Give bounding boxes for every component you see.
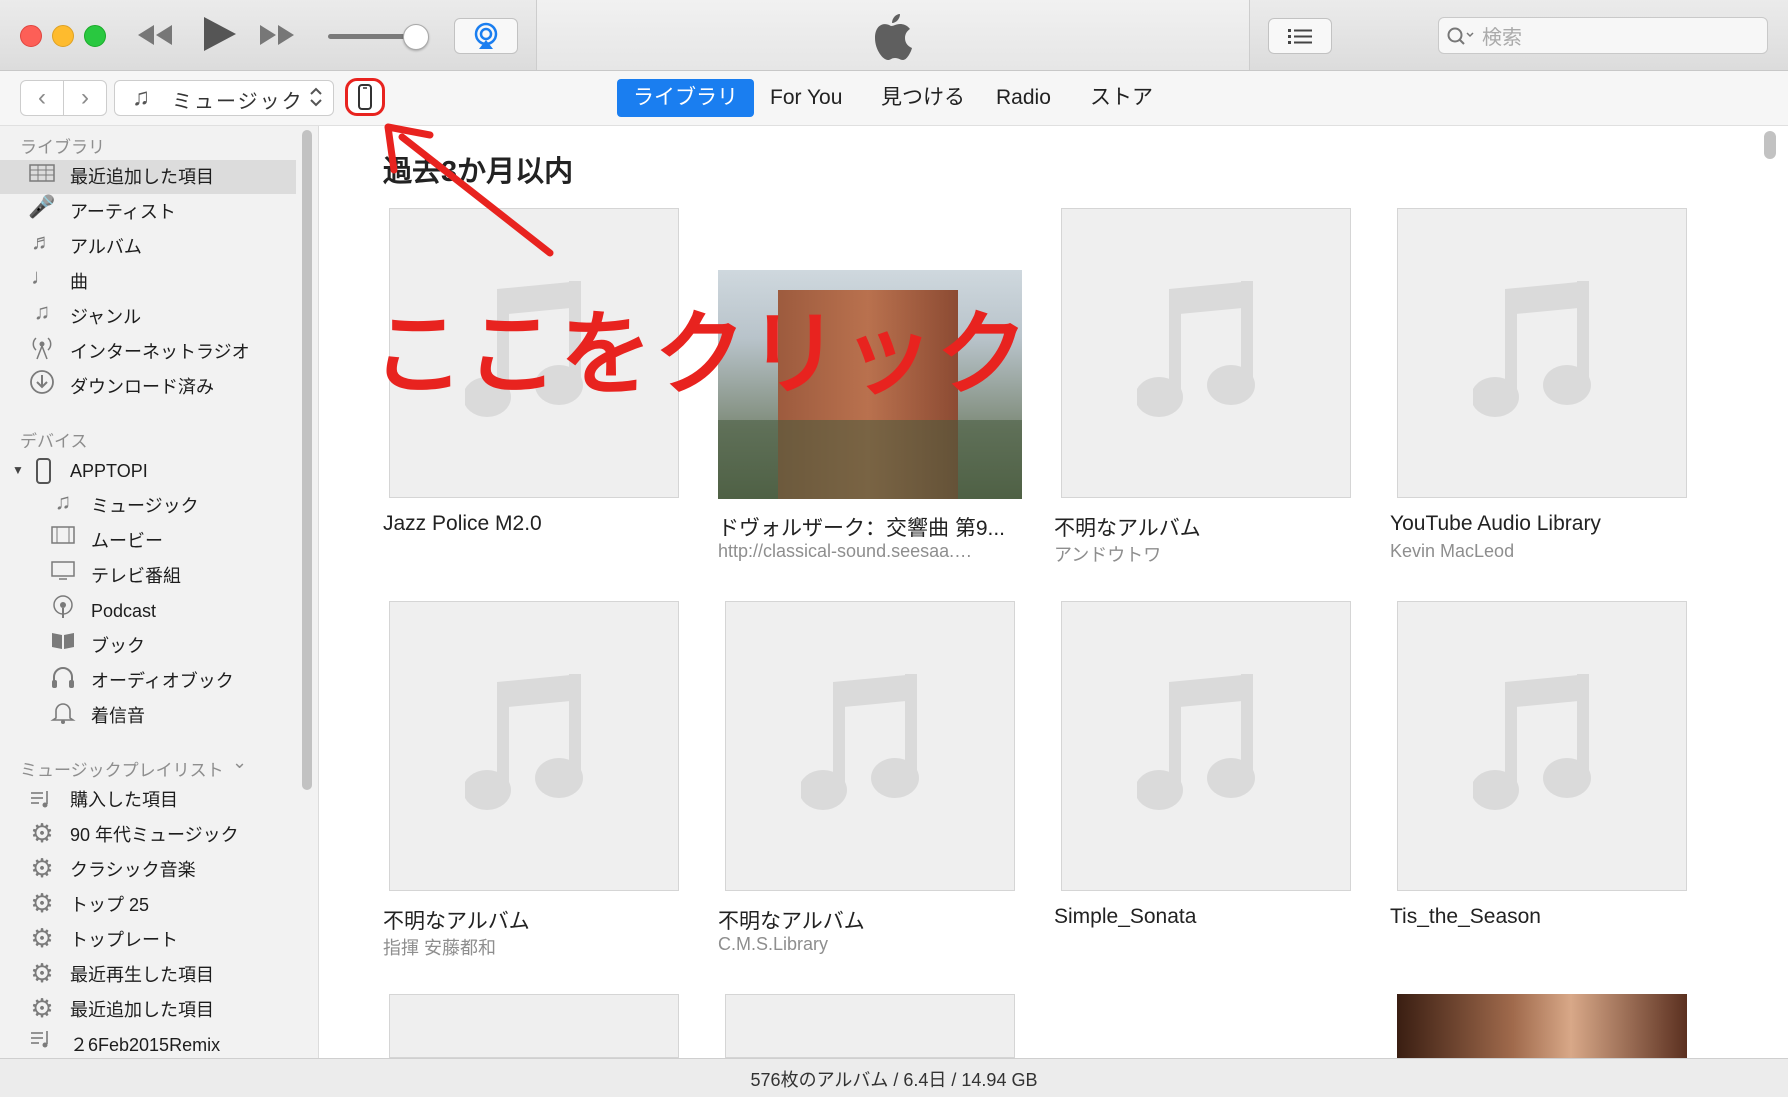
annotation-label: ここをクリック <box>372 304 1031 406</box>
annotation-arrow <box>384 123 554 257</box>
